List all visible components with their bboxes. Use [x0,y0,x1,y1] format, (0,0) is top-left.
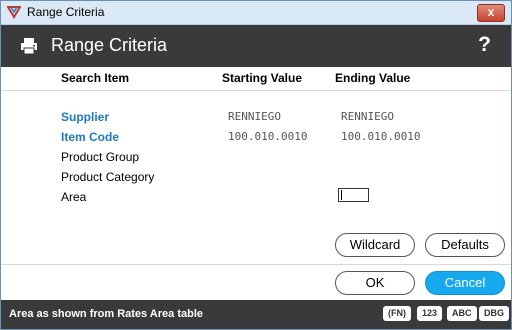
row-label-area[interactable]: Area [61,190,86,204]
cancel-button[interactable]: Cancel [425,271,505,295]
page-title: Range Criteria [51,35,168,55]
row-label-supplier[interactable]: Supplier [61,110,109,124]
supplier-start-value[interactable]: RENNIEGO [228,110,281,123]
status-bar: Area as shown from Rates Area table (FN)… [1,300,511,329]
row-label-item-code[interactable]: Item Code [61,130,119,144]
supplier-end-value[interactable]: RENNIEGO [341,110,394,123]
debug-badge[interactable]: DBG [479,306,509,321]
column-header-ending-value: Ending Value [335,71,411,85]
help-button[interactable]: ? [478,33,491,57]
numeric-mode-badge[interactable]: 123 [417,306,443,321]
wildcard-button[interactable]: Wildcard [335,233,415,257]
app-logo-icon [7,6,21,19]
area-input[interactable] [338,188,369,202]
title-bar: Range Criteria x [1,1,511,25]
column-header-search-item: Search Item [61,71,130,85]
close-icon: x [487,5,495,19]
status-text: Area as shown from Rates Area table [9,308,203,320]
row-label-product-category[interactable]: Product Category [61,170,154,184]
row-label-product-group[interactable]: Product Group [61,150,139,164]
item-code-start-value[interactable]: 100.010.0010 [228,130,307,143]
window-title: Range Criteria [27,5,105,19]
range-criteria-window: Range Criteria x Range Criteria ? Search… [0,0,512,330]
text-caret [341,190,342,200]
defaults-button[interactable]: Defaults [425,233,505,257]
fn-badge[interactable]: (FN) [383,306,411,321]
footer-divider [1,264,511,265]
printer-icon [21,38,37,55]
header-divider [1,90,511,91]
alpha-mode-badge[interactable]: ABC [447,306,477,321]
close-button[interactable]: x [477,4,505,22]
dialog-header: Range Criteria ? [1,25,511,67]
column-header-starting-value: Starting Value [222,71,303,85]
item-code-end-value[interactable]: 100.010.0010 [341,130,420,143]
ok-button[interactable]: OK [335,271,415,295]
